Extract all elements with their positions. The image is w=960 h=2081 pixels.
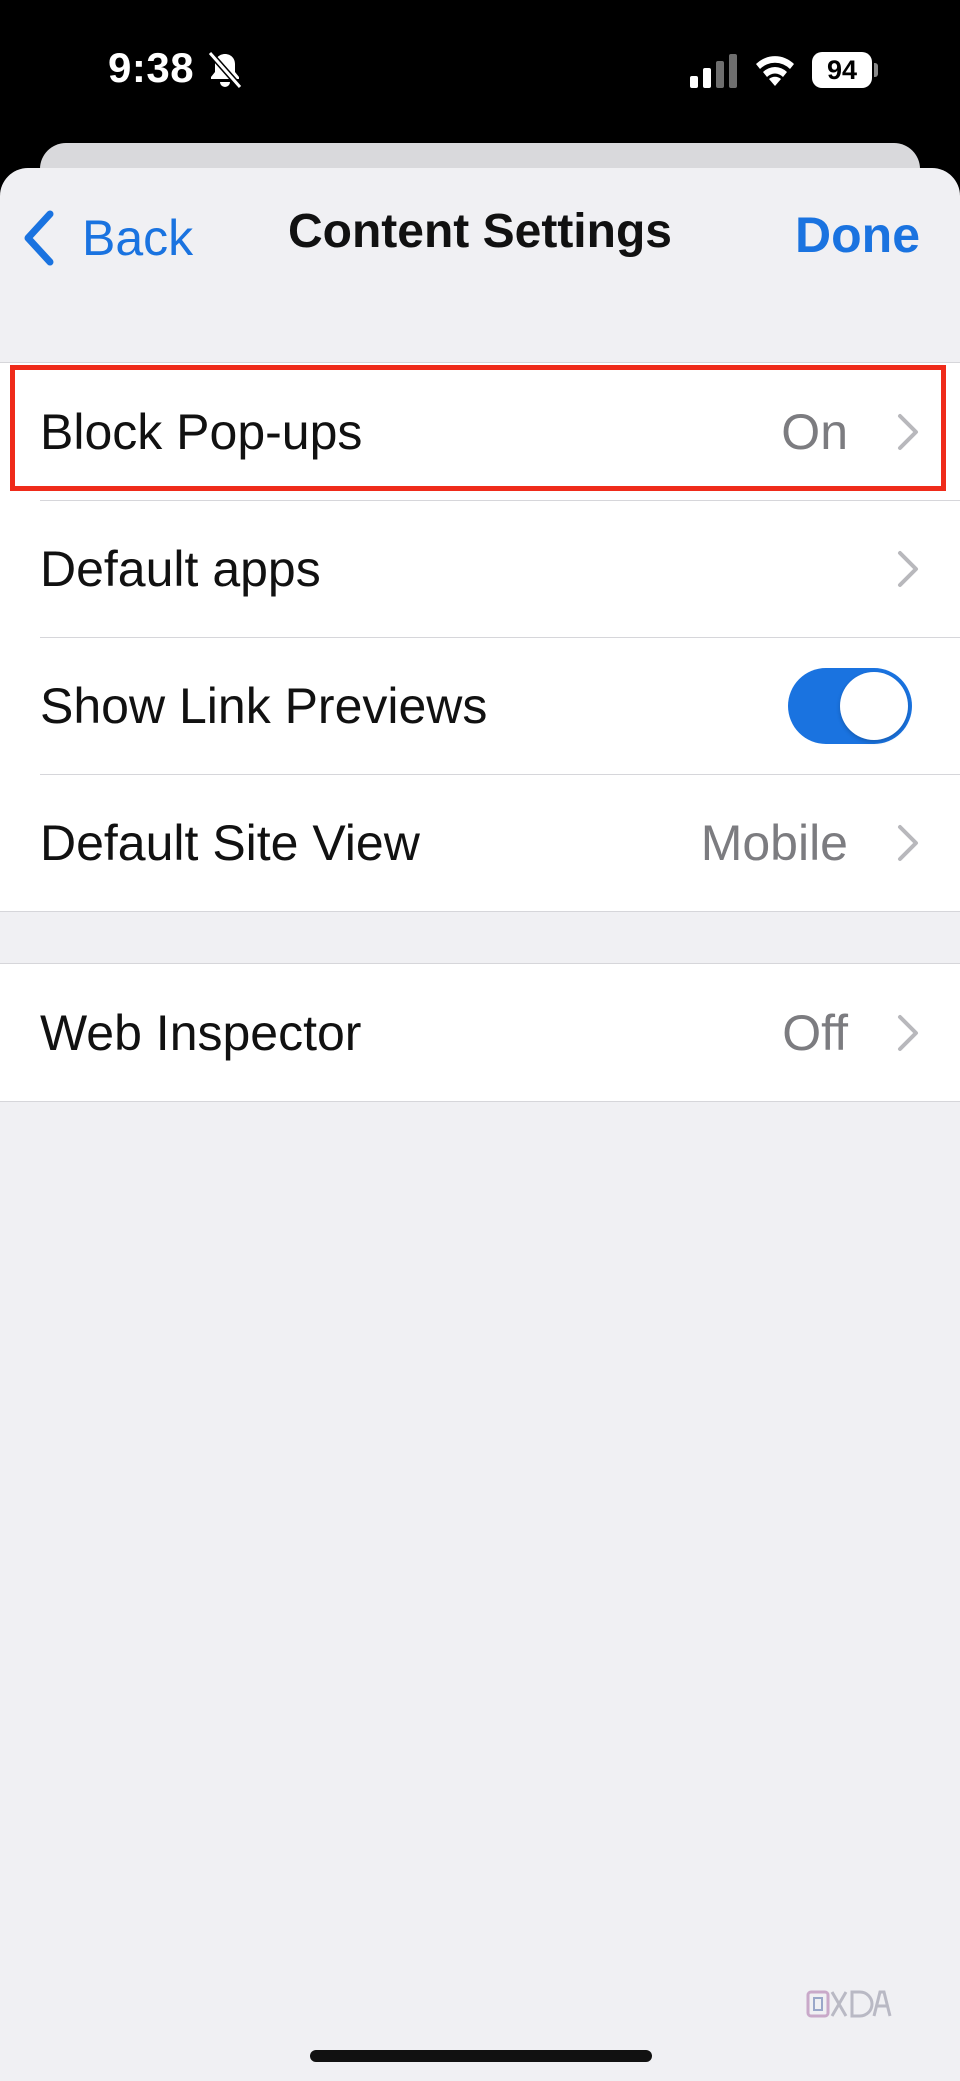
done-button[interactable]: Done [795, 206, 920, 264]
home-indicator[interactable] [310, 2050, 652, 2062]
show-link-previews-toggle[interactable] [788, 667, 912, 744]
show-link-previews-label: Show Link Previews [40, 677, 488, 734]
battery-level: 94 [812, 52, 872, 88]
battery-icon: 94 [812, 52, 878, 88]
web-inspector-label: Web Inspector [40, 1004, 362, 1061]
xda-watermark-logo [806, 1990, 892, 2018]
block-pop-ups-label: Block Pop-ups [40, 403, 363, 460]
status-bar: 9:38 94 [0, 0, 960, 140]
chevron-right-icon [898, 1014, 918, 1051]
chevron-left-icon [24, 210, 54, 266]
chevron-right-icon [898, 413, 918, 450]
cellular-signal-icon [690, 54, 737, 88]
block-pop-ups-value: On [781, 403, 848, 460]
settings-group-2: Web Inspector Off [0, 963, 960, 1102]
screen: 9:38 94 Back Content Settings Done Block… [0, 0, 960, 2081]
default-site-view-row[interactable]: Default Site View Mobile [0, 774, 960, 911]
battery-cap [874, 63, 878, 77]
back-button[interactable]: Back [20, 206, 193, 270]
content-settings-sheet: Back Content Settings Done Block Pop-ups… [0, 168, 960, 2081]
default-site-view-label: Default Site View [40, 814, 420, 871]
default-site-view-value: Mobile [700, 814, 848, 871]
chevron-right-icon [898, 550, 918, 587]
default-apps-row[interactable]: Default apps [0, 500, 960, 637]
bell-slash-icon [207, 51, 243, 89]
web-inspector-value: Off [782, 1004, 848, 1061]
toggle-knob [840, 671, 908, 740]
web-inspector-row[interactable]: Web Inspector Off [0, 964, 960, 1101]
navigation-bar: Back Content Settings Done [0, 168, 960, 298]
default-apps-label: Default apps [40, 540, 321, 597]
wifi-icon [756, 56, 794, 86]
back-label: Back [82, 210, 194, 266]
status-time: 9:38 [108, 44, 195, 91]
show-link-previews-row: Show Link Previews [0, 637, 960, 774]
chevron-right-icon [898, 824, 918, 861]
settings-group-1: Block Pop-ups On Default apps Show Link … [0, 362, 960, 912]
block-pop-ups-row[interactable]: Block Pop-ups On [0, 363, 960, 500]
